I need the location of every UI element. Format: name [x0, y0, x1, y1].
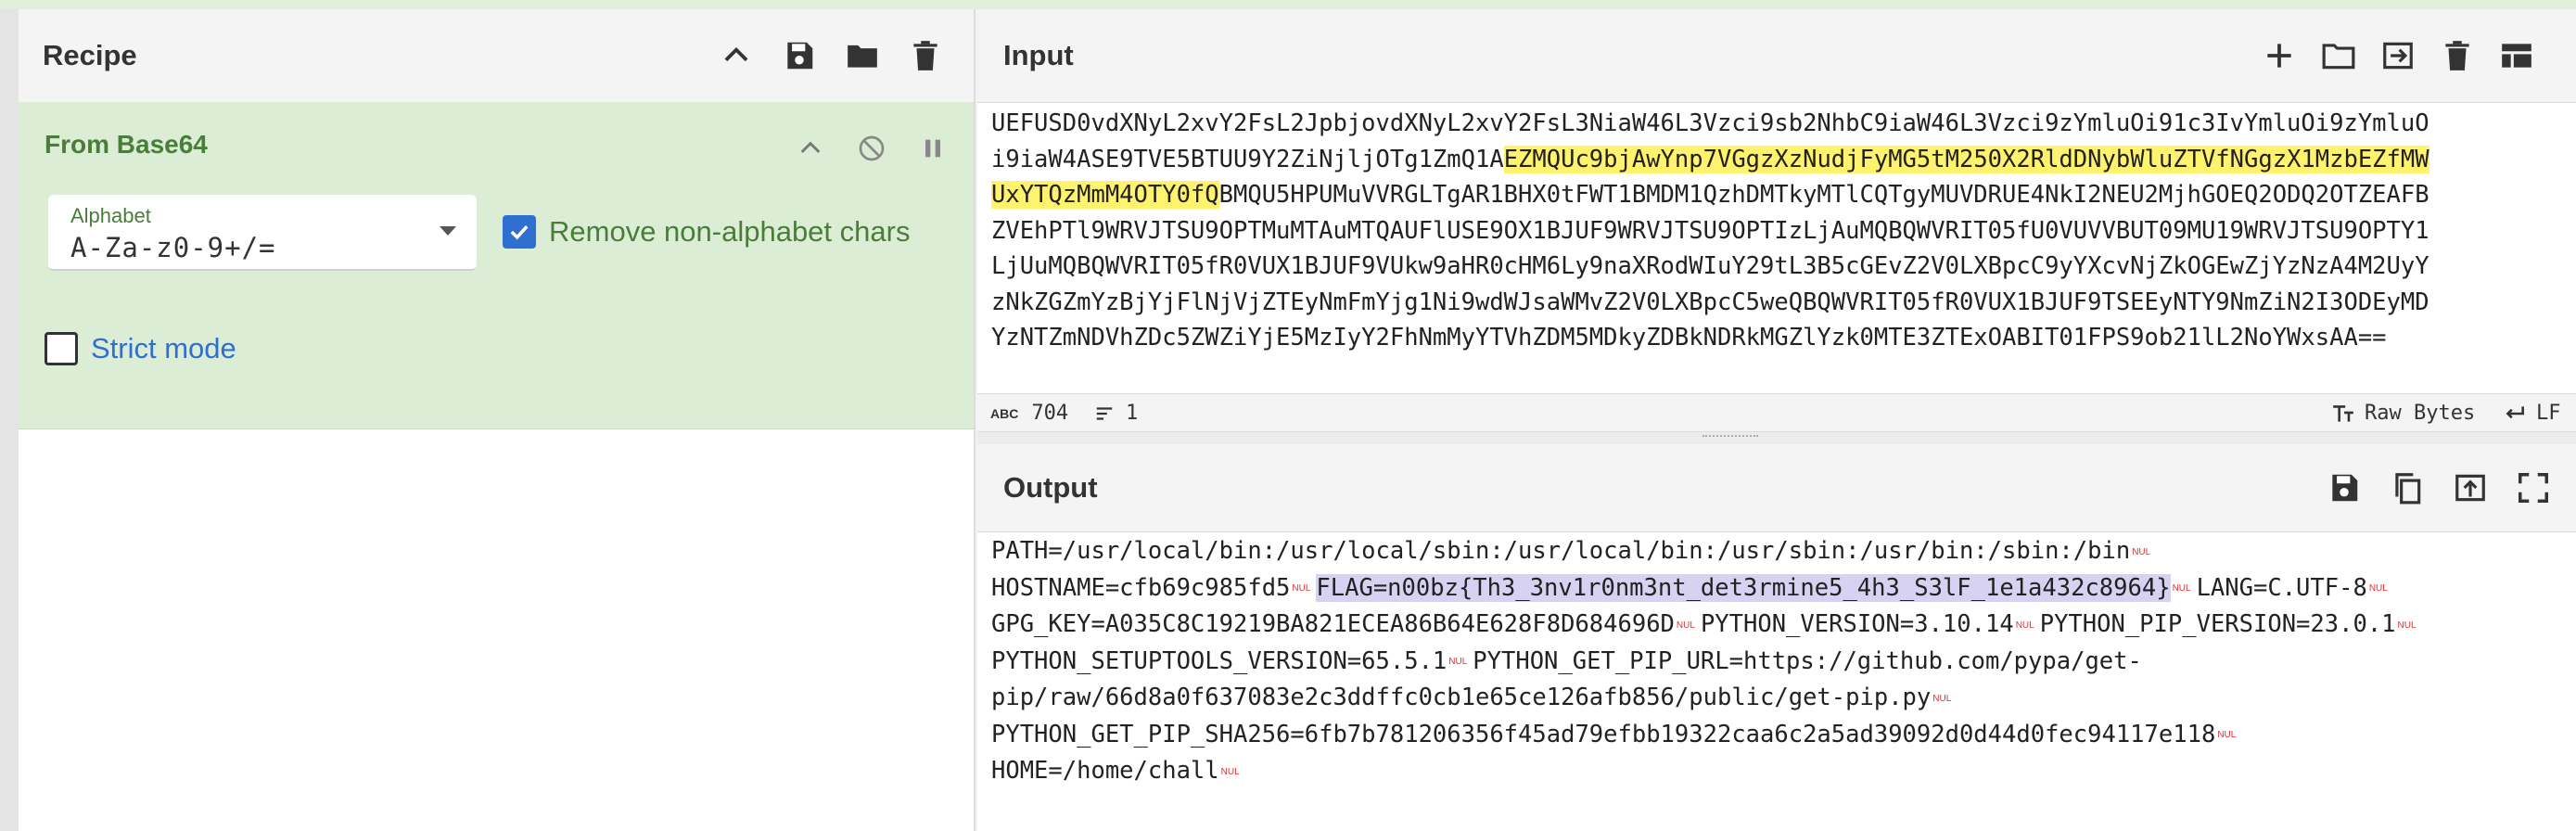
- input-line: ZVEhPTl9WRVJTSU9OPTMuMTAuMTQAUFlUSE9OX1B…: [991, 216, 2429, 245]
- plus-icon[interactable]: [2257, 33, 2302, 78]
- alphabet-select[interactable]: Alphabet A-Za-z0-9+/=: [48, 195, 477, 271]
- input-line: zNkZGZmYzBjYjFlNjVjZTEyNmFmYjg1Ni9wdWJsa…: [991, 288, 2429, 316]
- input-title: Input: [1003, 39, 1074, 71]
- output-segment: HOSTNAME=cfb69c985fd5: [991, 573, 1291, 602]
- length-label: ABC: [990, 405, 1019, 421]
- eol-value: LF: [2536, 402, 2561, 425]
- recipe-header-icons: [714, 9, 948, 102]
- layout-icon[interactable]: [2494, 33, 2539, 78]
- output-segment: HOME=/home/chall: [991, 757, 1219, 785]
- input-line: UEFUSD0vdXNyL2xvY2FsL2JpbjovdXNyL2xvY2Fs…: [991, 109, 2429, 137]
- text-size-icon: [2333, 404, 2353, 422]
- return-icon: [2506, 405, 2524, 418]
- remove-non-alphabet-checkbox[interactable]: Remove non-alphabet chars: [503, 215, 910, 249]
- save-icon[interactable]: [2322, 466, 2366, 510]
- resize-grip-icon[interactable]: [1702, 435, 1758, 442]
- output-segment: PYTHON_PIP_VERSION=23.0.1: [2039, 610, 2396, 638]
- strict-mode-label: Strict mode: [91, 332, 236, 364]
- encoding-selector[interactable]: Raw Bytes: [2331, 394, 2475, 432]
- checkbox-unchecked-icon[interactable]: [45, 332, 78, 365]
- output-flag-highlight: FLAG=n00bz{Th3_3nv1r0nm3nt_det3rmine5_4h…: [1316, 573, 2171, 602]
- remove-non-alphabet-label: Remove non-alphabet chars: [549, 215, 911, 248]
- recipe-panel: Recipe From Base64 Alphabet A-Za-z0-9+/=…: [19, 9, 976, 831]
- trash-icon[interactable]: [2435, 33, 2480, 78]
- operation-icons: [788, 126, 955, 171]
- output-panel: Output PATH=/usr/local/bin:/usr/local/sb…: [977, 444, 2576, 831]
- input-line: BMQU5HPUMuVVRGLTgAR1BHX0tFWT1BMDM1QzhDMT…: [1218, 181, 2429, 209]
- output-segment: PYTHON_GET_PIP_SHA256=6fb7b781206356f45a…: [991, 720, 2216, 748]
- output-title: Output: [1003, 471, 1098, 504]
- nul-icon: NUL: [2172, 583, 2191, 594]
- output-segment: LANG=C.UTF-8: [2196, 573, 2367, 602]
- length-stat: ABC 704: [990, 394, 1068, 432]
- trash-icon[interactable]: [903, 33, 948, 78]
- input-line: YzNTZmNDVhZDc5ZWZiYjE5MzIyY2FhNmMyYTVhZD…: [991, 324, 2387, 352]
- input-line: LjUuMQBQWVRIT05fR0VUX1BJUF9VUkw9aHR0cHM6…: [991, 252, 2429, 280]
- recipe-header: Recipe: [19, 9, 974, 103]
- input-line: i9iaW4ASE9TVE5BTUU9Y2ZiNjljOTg1ZmQ1A: [991, 145, 1504, 173]
- lines-value: 1: [1126, 402, 1139, 425]
- replace-input-icon[interactable]: [2448, 466, 2493, 510]
- nul-icon: NUL: [1932, 693, 1952, 704]
- nul-icon: NUL: [2368, 583, 2388, 594]
- copy-icon[interactable]: [2385, 466, 2429, 510]
- top-strip: [0, 0, 2576, 9]
- output-segment: PYTHON_GET_PIP_URL=https://github.com/py…: [1473, 646, 2142, 675]
- output-segment: PATH=/usr/local/bin:/usr/local/sbin:/usr…: [991, 537, 2131, 565]
- recipe-title: Recipe: [43, 39, 137, 71]
- pause-icon[interactable]: [911, 126, 955, 171]
- checkbox-checked-icon[interactable]: [503, 215, 536, 249]
- nul-icon: NUL: [2217, 730, 2237, 740]
- nul-icon: NUL: [1292, 583, 1311, 594]
- input-highlight: EZMQUc9bjAwYnp7VGgzXzNudjFyMG5tM250X2Rld…: [1503, 145, 2429, 173]
- chevron-up-icon[interactable]: [714, 33, 759, 78]
- nul-icon: NUL: [1448, 657, 1468, 667]
- output-segment: GPG_KEY=A035C8C19219BA821ECEA86B64E628F8…: [991, 610, 1675, 638]
- output-header-icons: [2322, 444, 2556, 531]
- folder-icon[interactable]: [2316, 33, 2361, 78]
- encoding-value: Raw Bytes: [2365, 402, 2476, 425]
- nul-icon: NUL: [2015, 620, 2034, 631]
- input-panel: Input UEFUSD0vdXNyL2xvY2FsL2JpbjovdXNyL2…: [977, 9, 2576, 432]
- disable-icon[interactable]: [849, 126, 894, 171]
- input-highlight: UxYTQzMmM4OTY0fQ: [991, 181, 1219, 209]
- strict-mode-checkbox[interactable]: Strict mode: [45, 332, 236, 365]
- save-icon[interactable]: [777, 33, 822, 78]
- lines-icon: [1096, 406, 1113, 420]
- output-segment: PYTHON_VERSION=3.10.14: [1700, 610, 2014, 638]
- input-header: Input: [977, 9, 2576, 103]
- nul-icon: NUL: [1220, 766, 1240, 777]
- operation-from-base64: From Base64 Alphabet A-Za-z0-9+/= Remove…: [19, 102, 974, 429]
- output-segment: pip/raw/66d8a0f637083e2c3ddffc0cb1e65ce1…: [991, 684, 1932, 711]
- input-header-icons: [2257, 9, 2539, 102]
- alphabet-label: Alphabet: [70, 204, 151, 227]
- input-status-bar: ABC 704 1 Raw Bytes LF: [977, 393, 2576, 432]
- operation-title: From Base64: [45, 130, 208, 159]
- nul-icon: NUL: [2132, 546, 2151, 557]
- length-value: 704: [1031, 402, 1069, 425]
- alphabet-value: A-Za-z0-9+/=: [70, 232, 276, 263]
- maximize-icon[interactable]: [2511, 466, 2556, 510]
- import-icon[interactable]: [2376, 33, 2420, 78]
- lines-stat: 1: [1094, 394, 1138, 432]
- caret-down-icon: [440, 226, 456, 236]
- output-segment: PYTHON_SETUPTOOLS_VERSION=65.5.1: [991, 646, 1447, 675]
- nul-icon: NUL: [1676, 620, 1695, 631]
- left-gutter: [0, 9, 19, 831]
- folder-icon[interactable]: [840, 33, 885, 78]
- output-header: Output: [977, 444, 2576, 532]
- input-textarea[interactable]: UEFUSD0vdXNyL2xvY2FsL2JpbjovdXNyL2xvY2Fs…: [991, 106, 2568, 356]
- output-textarea[interactable]: PATH=/usr/local/bin:/usr/local/sbin:/usr…: [991, 533, 2568, 790]
- nul-icon: NUL: [2397, 620, 2417, 631]
- chevron-up-icon[interactable]: [788, 126, 833, 171]
- eol-selector[interactable]: LF: [2503, 394, 2561, 432]
